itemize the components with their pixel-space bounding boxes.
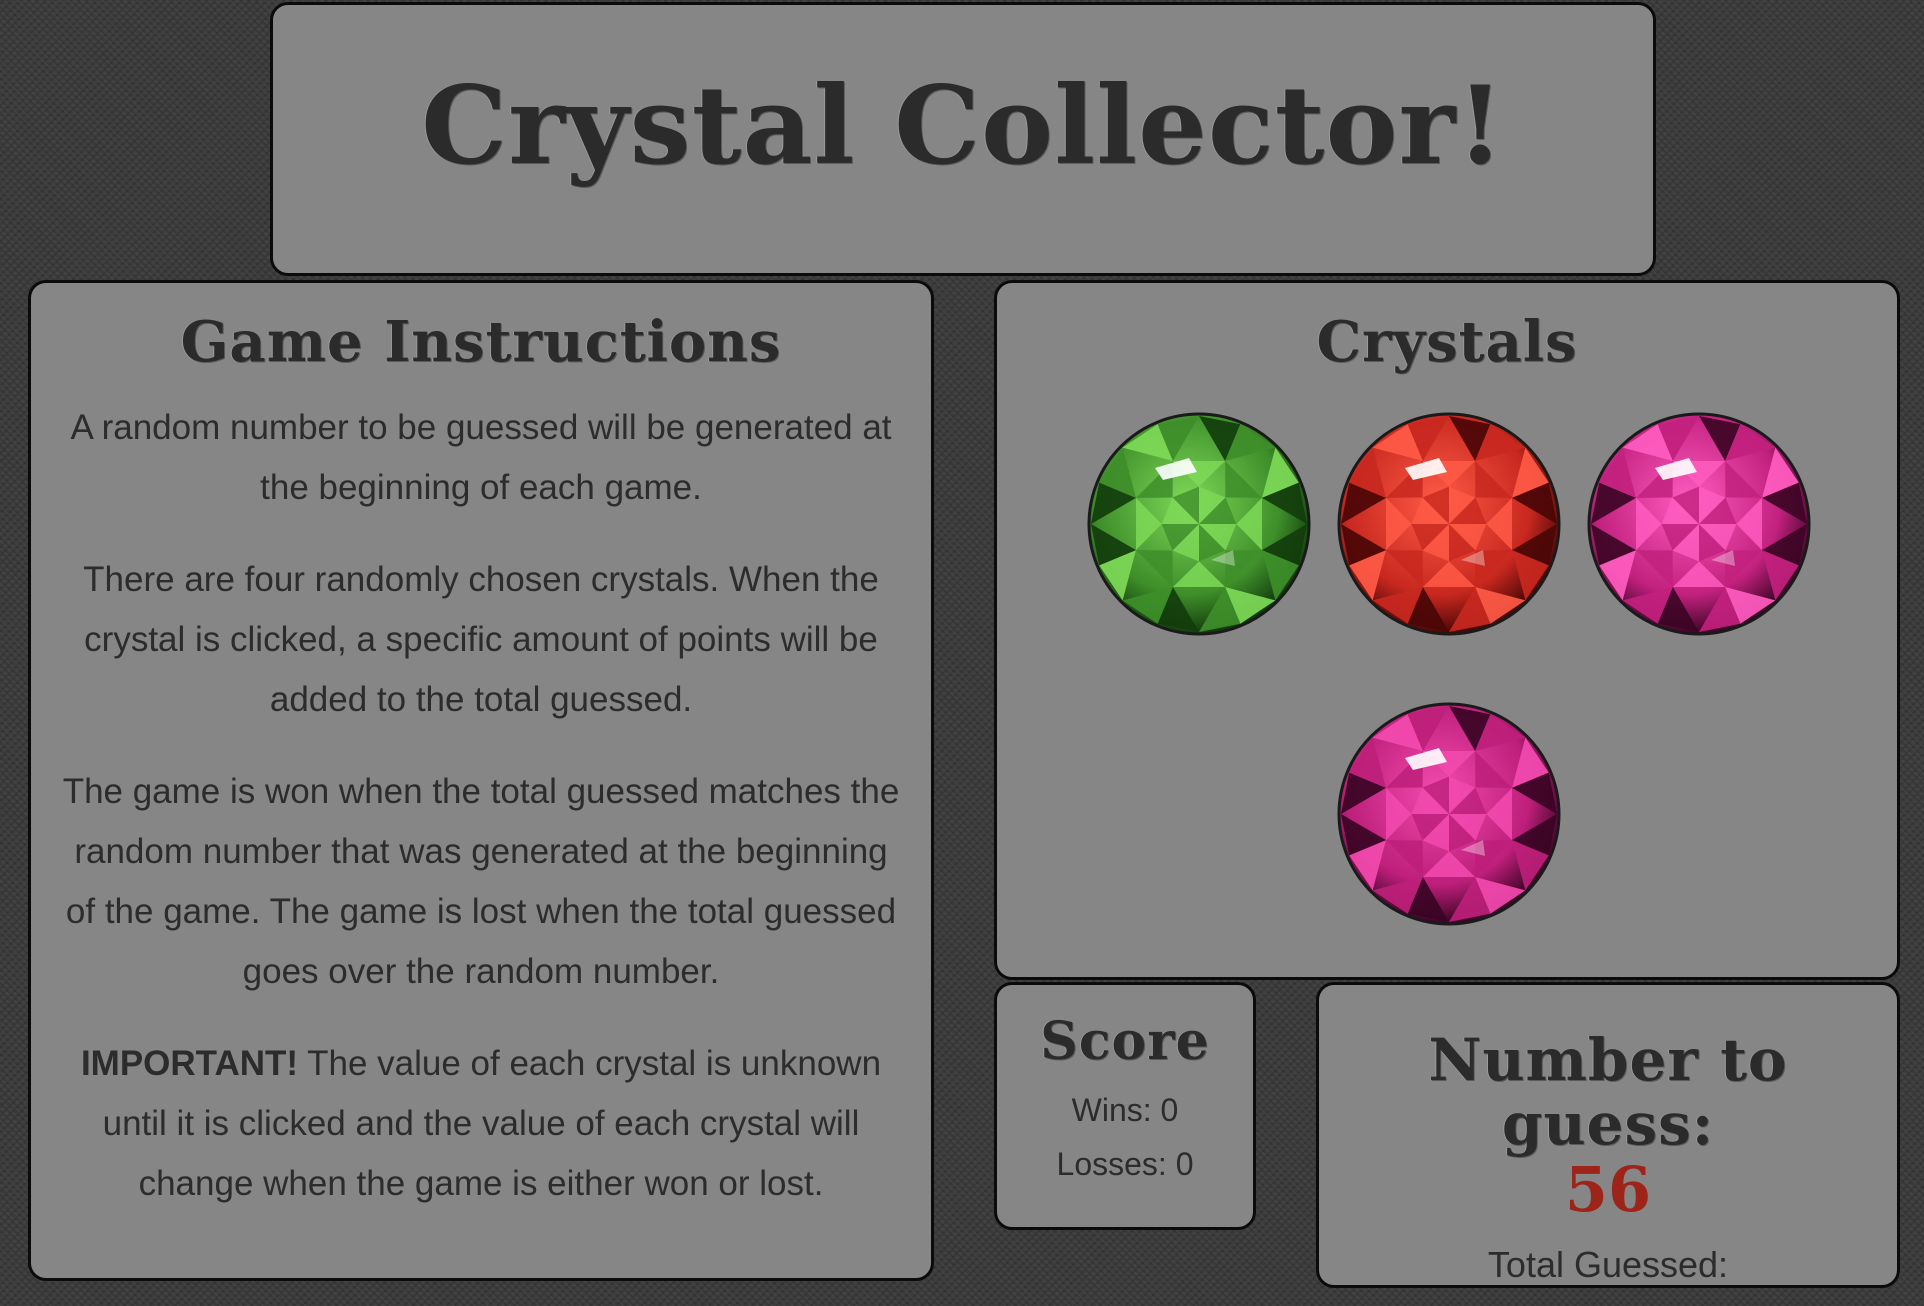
crystals-heading: Crystals — [1316, 309, 1578, 375]
red-crystal-button[interactable] — [1335, 410, 1563, 638]
losses-count: Losses: 0 — [1056, 1146, 1194, 1183]
instructions-body: A random number to be guessed will be ge… — [61, 398, 901, 1214]
instructions-heading: Game Instructions — [180, 309, 782, 375]
page-title: Crystal Collector! — [421, 63, 1505, 189]
crystal-icon — [1337, 412, 1561, 636]
title-panel: Crystal Collector! — [270, 2, 1656, 276]
magenta-crystal-button[interactable] — [1335, 700, 1563, 928]
instructions-paragraph-2: There are four randomly chosen crystals.… — [83, 560, 879, 720]
crystal-icon — [1087, 412, 1311, 636]
crystals-panel: Crystals — [994, 280, 1900, 980]
instructions-paragraph-1: A random number to be guessed will be ge… — [70, 408, 892, 508]
pink-crystal-button[interactable] — [1585, 410, 1813, 638]
instructions-paragraph-4: IMPORTANT! The value of each crystal is … — [61, 1034, 901, 1214]
wins-count: Wins: 0 — [1071, 1092, 1179, 1129]
green-crystal-button[interactable] — [1085, 410, 1313, 638]
crystal-icon — [1587, 412, 1811, 636]
important-label: IMPORTANT! — [80, 1044, 299, 1084]
total-guessed-label: Total Guessed: — [1487, 1243, 1729, 1285]
crystal-icon — [1337, 702, 1561, 926]
score-heading: Score — [1040, 1011, 1210, 1072]
guess-panel: Number to guess: 56 Total Guessed: — [1316, 982, 1900, 1288]
instructions-paragraph-3: The game is won when the total guessed m… — [62, 772, 900, 992]
score-panel: Score Wins: 0 Losses: 0 — [994, 982, 1256, 1230]
instructions-panel: Game Instructions A random number to be … — [28, 280, 934, 1281]
target-number: 56 — [1564, 1152, 1652, 1226]
number-to-guess-heading: Number to guess: — [1428, 1026, 1788, 1158]
